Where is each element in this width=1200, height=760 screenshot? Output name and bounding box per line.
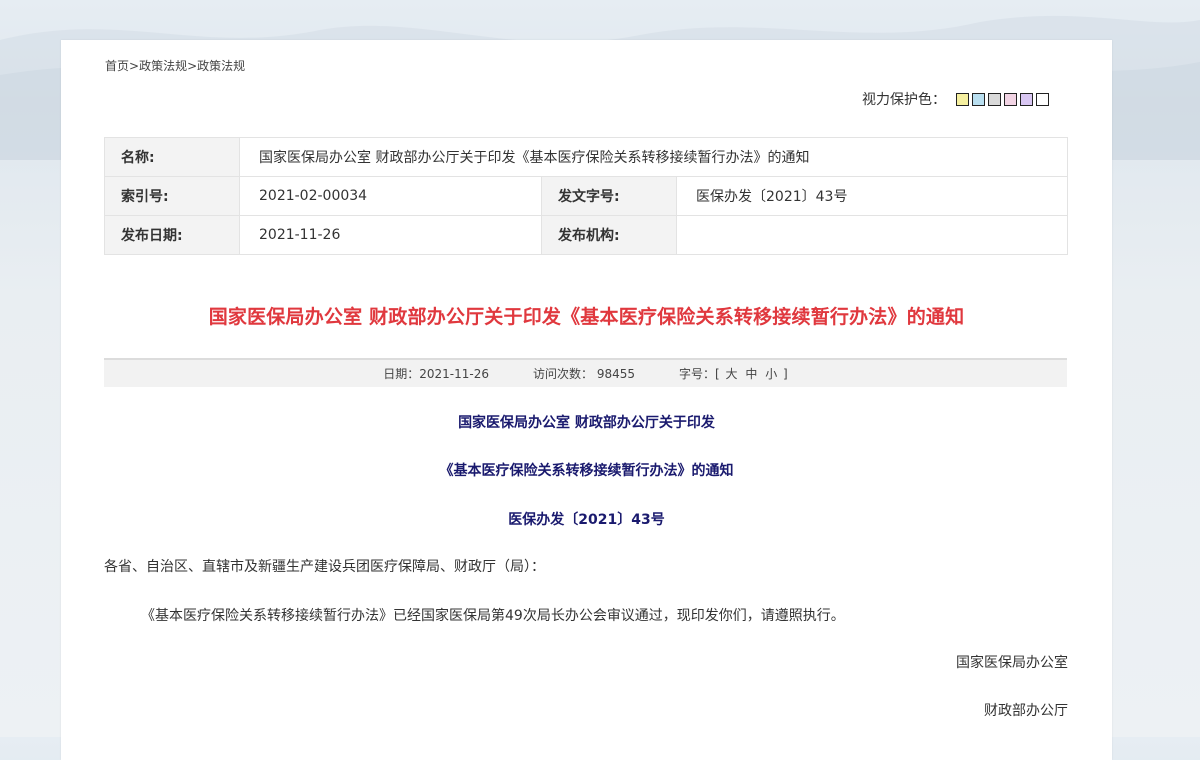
breadcrumb-home-link[interactable]: 首页 [105,59,129,73]
index-label: 索引号: [104,176,240,216]
color-swatch-yellow[interactable] [956,92,969,106]
body-heading-line1: 国家医保局办公室 财政部办公厅关于印发 [458,415,715,431]
name-value: 国家医保局办公室 财政部办公厅关于印发《基本医疗保险关系转移接续暂行办法》的通知 [238,137,1069,177]
breadcrumb-separator: > [129,59,140,73]
publisher-value [675,215,1069,255]
document-info-table: 名称: 国家医保局办公室 财政部办公厅关于印发《基本医疗保险关系转移接续暂行办法… [104,137,1069,255]
salutation: 各省、自治区、直辖市及新疆生产建设兵团医疗保障局、财政厅（局）： [104,559,545,575]
index-value: 2021-02-00034 [239,176,542,216]
info-row-date: 发布日期: 2021-11-26 发布机构: [104,215,1069,255]
publisher-label: 发布机构: [541,215,677,255]
info-row-index: 索引号: 2021-02-00034 发文字号: 医保办发〔2021〕43号 [104,176,1069,216]
article-meta-bar: 日期：2021-11-26 访问次数： 98455 字号：[ 大 中 小 ] [104,358,1067,387]
signer-nhsa-office: 国家医保局办公室 [956,655,1068,671]
font-size-medium-button[interactable]: 中 [745,367,757,381]
font-size-label: 字号：[ [679,367,720,381]
visit-count: 访问次数： 98455 [533,367,635,381]
font-size-small-button[interactable]: 小 [765,367,777,381]
breadcrumb-section-link[interactable]: 政策法规 [139,59,187,73]
body-paragraph: 《基本医疗保险关系转移接续暂行办法》已经国家医保局第49次局长办公会审议通过，现… [141,608,845,624]
article-date: 日期：2021-11-26 [383,367,489,381]
color-swatch-blue[interactable] [972,92,985,106]
eye-care-color-picker: 视力保护色： [862,90,1049,108]
breadcrumb-current-link[interactable]: 政策法规 [197,59,245,73]
font-size-switcher: 字号：[ 大 中 小 ] [679,365,788,382]
document-title: 国家医保局办公室 财政部办公厅关于印发《基本医疗保险关系转移接续暂行办法》的通知 [208,306,965,328]
info-row-name: 名称: 国家医保局办公室 财政部办公厅关于印发《基本医疗保险关系转移接续暂行办法… [104,137,1069,177]
breadcrumb-separator: > [187,59,198,73]
color-swatch-purple[interactable] [1020,92,1033,106]
font-size-large-button[interactable]: 大 [726,367,738,381]
publish-date-value: 2021-11-26 [239,215,542,255]
body-doc-number: 医保办发〔2021〕43号 [508,512,665,528]
doc-number-value: 医保办发〔2021〕43号 [675,176,1069,216]
doc-number-label: 发文字号: [541,176,677,216]
color-swatch-pink[interactable] [1004,92,1017,106]
name-label: 名称: [104,137,240,177]
signer-mof-office: 财政部办公厅 [984,703,1068,719]
font-size-bracket: ] [783,367,788,381]
color-swatch-gray[interactable] [988,92,1001,106]
content-page: 首页>政策法规>政策法规 视力保护色： 名称: 国家医保局办公室 财政部办公厅关… [61,40,1112,760]
eye-care-label: 视力保护色： [862,92,946,108]
body-heading-line2: 《基本医疗保险关系转移接续暂行办法》的通知 [439,463,734,479]
publish-date-label: 发布日期: [104,215,240,255]
breadcrumb: 首页>政策法规>政策法规 [105,57,245,74]
eye-care-swatches [956,92,1049,106]
color-swatch-white[interactable] [1036,92,1049,106]
